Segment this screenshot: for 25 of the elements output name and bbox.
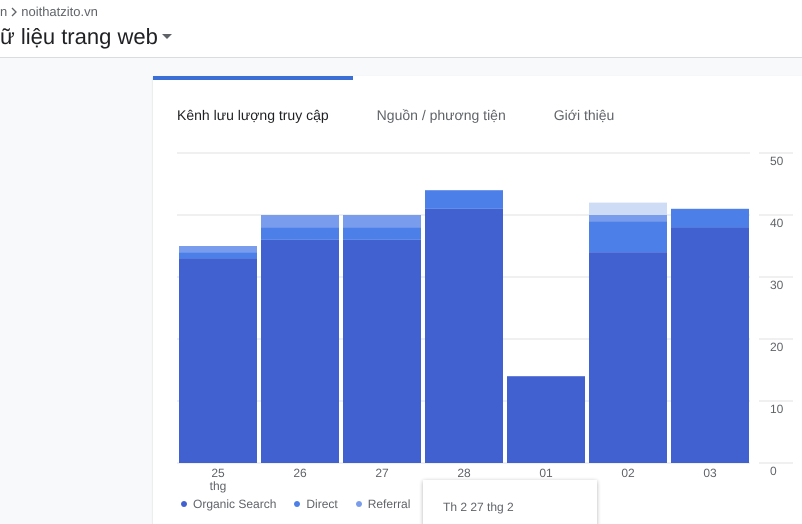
axis-label: 26 xyxy=(293,466,307,480)
axis-label: 10 xyxy=(770,402,784,416)
page-title: ữ liệu trang web xyxy=(0,24,158,50)
legend-label: Organic Search xyxy=(193,497,276,511)
axis-label: 20 xyxy=(770,340,784,354)
breadcrumb-item[interactable]: n xyxy=(0,4,8,19)
caret-icon[interactable] xyxy=(162,34,172,40)
tab[interactable]: Kênh lưu lượng truy cập xyxy=(153,76,353,134)
axis-label: 40 xyxy=(770,216,784,230)
axis-label: 50 xyxy=(770,154,784,168)
chart-tooltip: Th 2 27 thg 2 xyxy=(423,480,597,524)
tab[interactable]: Giới thiệu xyxy=(530,76,638,134)
axis-label: 30 xyxy=(770,278,784,292)
axis-label: 01 xyxy=(539,466,553,480)
breadcrumb-item[interactable]: noithatzito.vn xyxy=(21,4,98,19)
axis-label: 02 xyxy=(621,466,635,480)
chevron-icon xyxy=(9,6,20,16)
axis-label: 27 xyxy=(375,466,389,480)
tab[interactable]: Nguồn / phương tiện xyxy=(352,76,530,134)
legend-label: Direct xyxy=(306,497,338,511)
axis-label: 0 xyxy=(770,464,777,478)
axis-label: 25 thg xyxy=(210,466,226,493)
axis-label: 28 xyxy=(457,466,471,480)
legend-label: Referral xyxy=(368,497,410,511)
axis-label: 03 xyxy=(703,466,717,480)
